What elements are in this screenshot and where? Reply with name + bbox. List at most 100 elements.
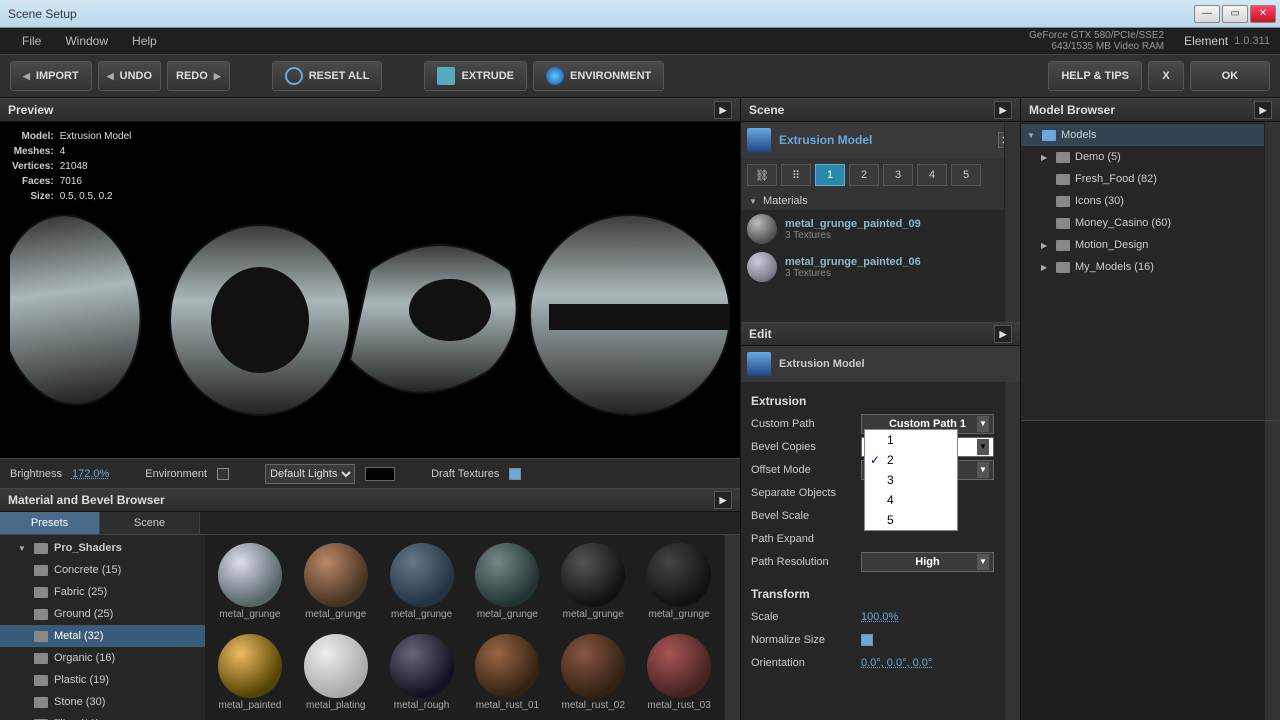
import-button[interactable]: ◀IMPORT <box>10 61 92 91</box>
dropdown-item[interactable]: 2 <box>865 450 957 470</box>
model-tree-item[interactable]: Fresh_Food (82) <box>1021 168 1264 190</box>
transform-section: Transform <box>751 581 994 605</box>
extrusion-icon <box>747 352 771 376</box>
material-thumb[interactable]: metal_grunge <box>209 539 291 626</box>
materials-section-header[interactable]: ▼Materials <box>741 192 1020 210</box>
brightness-value[interactable]: 172.0% <box>72 468 109 480</box>
scene-model-name[interactable]: Extrusion Model <box>779 133 990 147</box>
model-preview-area <box>1021 421 1264 720</box>
tree-metal[interactable]: Metal (32) <box>0 625 205 647</box>
ok-button[interactable]: OK <box>1190 61 1270 91</box>
tree-tiles[interactable]: Tiles (19) <box>0 713 205 720</box>
menu-window[interactable]: Window <box>53 30 120 52</box>
preview-viewport[interactable]: Model:Extrusion Model Meshes:4 Vertices:… <box>0 122 740 458</box>
material-tree[interactable]: ▼Pro_Shaders Concrete (15) Fabric (25) G… <box>0 535 205 720</box>
preview-collapse[interactable]: ▶ <box>714 101 732 119</box>
material-grid[interactable]: metal_grunge metal_grunge metal_grunge m… <box>205 535 724 720</box>
material-thumb[interactable]: metal_grunge <box>552 539 634 626</box>
close-button[interactable]: ✕ <box>1250 5 1276 23</box>
dropdown-item[interactable]: 5 <box>865 510 957 530</box>
reset-icon <box>285 67 303 85</box>
link-icon[interactable]: ⛓ <box>747 164 777 186</box>
tree-ground[interactable]: Ground (25) <box>0 603 205 625</box>
help-tips-button[interactable]: HELP & TIPS <box>1048 61 1142 91</box>
orientation-value[interactable]: 0.0°, 0.0°, 0.0° <box>861 657 932 669</box>
model-tree-item[interactable]: ▶Motion_Design <box>1021 234 1264 256</box>
environment-button[interactable]: ENVIRONMENT <box>533 61 664 91</box>
copy-4[interactable]: 4 <box>917 164 947 186</box>
copy-5[interactable]: 5 <box>951 164 981 186</box>
copy-2[interactable]: 2 <box>849 164 879 186</box>
tree-plastic[interactable]: Plastic (19) <box>0 669 205 691</box>
material-preview-icon <box>747 252 777 282</box>
material-thumb[interactable]: metal_rust_02 <box>552 630 634 717</box>
model-tree-item[interactable]: Money_Casino (60) <box>1021 212 1264 234</box>
edit-model-name: Extrusion Model <box>779 358 1014 370</box>
copy-1[interactable]: 1 <box>815 164 845 186</box>
reset-all-button[interactable]: RESET ALL <box>272 61 383 91</box>
material-thumb[interactable]: metal_painted <box>209 630 291 717</box>
model-scrollbar[interactable] <box>1264 122 1280 420</box>
lights-select[interactable]: Default Lights <box>265 464 355 484</box>
scene-collapse[interactable]: ▶ <box>994 101 1012 119</box>
tree-organic[interactable]: Organic (16) <box>0 647 205 669</box>
tab-scene[interactable]: Scene <box>100 512 200 534</box>
dropdown-item[interactable]: 3 <box>865 470 957 490</box>
brightness-label: Brightness <box>10 468 62 480</box>
edit-scrollbar[interactable] <box>1004 382 1020 720</box>
tree-pro-shaders[interactable]: ▼Pro_Shaders <box>0 537 205 559</box>
minimize-button[interactable]: — <box>1194 5 1220 23</box>
material-thumb[interactable]: metal_grunge <box>381 539 463 626</box>
folder-icon <box>1056 240 1070 251</box>
tree-concrete[interactable]: Concrete (15) <box>0 559 205 581</box>
draft-label: Draft Textures <box>431 468 499 480</box>
copy-3[interactable]: 3 <box>883 164 913 186</box>
scale-value[interactable]: 100.0% <box>861 611 898 623</box>
model-tree-item[interactable]: ▶Demo (5) <box>1021 146 1264 168</box>
modelbrowser-collapse[interactable]: ▶ <box>1254 101 1272 119</box>
matbrowser-collapse[interactable]: ▶ <box>714 491 732 509</box>
material-thumb[interactable]: metal_rust_03 <box>638 630 720 717</box>
preview-footer: Brightness 172.0% Environment Default Li… <box>0 458 740 488</box>
dropdown-item[interactable]: 4 <box>865 490 957 510</box>
extrude-button[interactable]: EXTRUDE <box>424 61 527 91</box>
bg-color-swatch[interactable] <box>365 467 395 481</box>
tree-fabric[interactable]: Fabric (25) <box>0 581 205 603</box>
redo-button[interactable]: REDO▶ <box>167 61 230 91</box>
scene-scrollbar[interactable] <box>1004 122 1020 322</box>
path-resolution-select[interactable]: High▼ <box>861 552 994 572</box>
model-tree-item[interactable]: ▶My_Models (16) <box>1021 256 1264 278</box>
material-thumb[interactable]: metal_grunge <box>638 539 720 626</box>
edit-collapse[interactable]: ▶ <box>994 325 1012 343</box>
undo-button[interactable]: ◀UNDO <box>98 61 161 91</box>
model-browser-header: Model Browser ▶ <box>1021 98 1280 122</box>
particles-icon[interactable]: ⠿ <box>781 164 811 186</box>
material-scrollbar[interactable] <box>724 535 740 720</box>
menu-file[interactable]: File <box>10 30 53 52</box>
material-thumb[interactable]: metal_rough <box>381 630 463 717</box>
draft-textures-toggle[interactable] <box>509 468 521 480</box>
model-tree-root[interactable]: ▼Models <box>1021 124 1264 146</box>
window-title: Scene Setup <box>4 7 1194 21</box>
folder-icon <box>1042 130 1056 141</box>
material-slot[interactable]: metal_grunge_painted_093 Textures <box>741 210 1020 248</box>
material-thumb[interactable]: metal_grunge <box>467 539 549 626</box>
environment-toggle[interactable] <box>217 468 229 480</box>
tree-stone[interactable]: Stone (30) <box>0 691 205 713</box>
material-thumb[interactable]: metal_rust_01 <box>467 630 549 717</box>
menu-help[interactable]: Help <box>120 30 169 52</box>
dropdown-item[interactable]: 1 <box>865 430 957 450</box>
maximize-button[interactable]: ▭ <box>1222 5 1248 23</box>
bevel-copies-dropdown[interactable]: 1 2 3 4 5 <box>864 429 958 531</box>
model-preview-scrollbar[interactable] <box>1264 421 1280 720</box>
material-thumb[interactable]: metal_plating <box>295 630 377 717</box>
globe-icon <box>546 67 564 85</box>
tab-presets[interactable]: Presets <box>0 512 100 534</box>
model-tree-item[interactable]: Icons (30) <box>1021 190 1264 212</box>
preview-header: Preview ▶ <box>0 98 740 122</box>
folder-icon <box>34 653 48 664</box>
material-slot[interactable]: metal_grunge_painted_063 Textures <box>741 248 1020 286</box>
normalize-toggle[interactable] <box>861 634 873 646</box>
x-button[interactable]: X <box>1148 61 1184 91</box>
material-thumb[interactable]: metal_grunge <box>295 539 377 626</box>
